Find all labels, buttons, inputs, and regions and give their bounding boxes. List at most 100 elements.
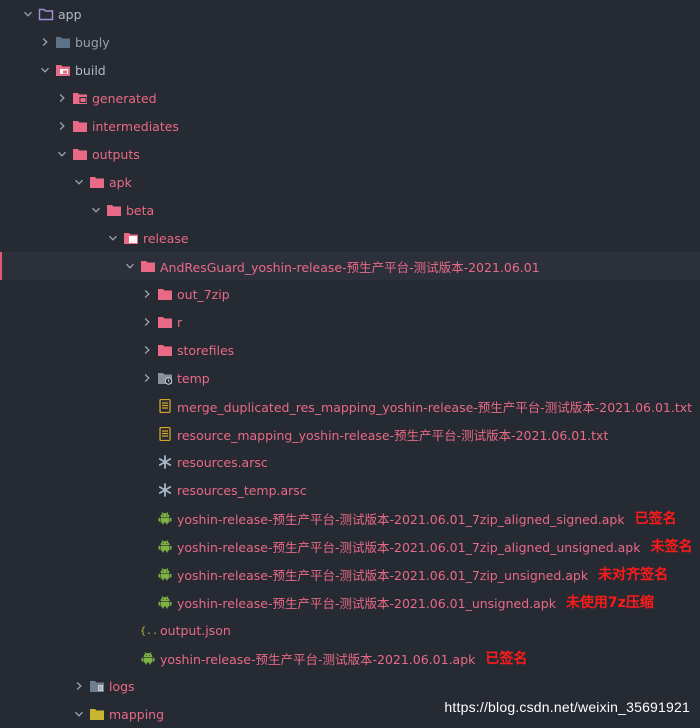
chevron-down-icon[interactable]: [56, 148, 68, 160]
tree-item-label: storefiles: [177, 342, 235, 358]
tree-item-label: outputs: [92, 146, 140, 162]
tree-item-label: out_7zip: [177, 286, 230, 302]
annotation-note: 未使用7z压缩: [565, 595, 654, 611]
asterisk-icon: [157, 455, 173, 469]
tree-folder-row[interactable]: generated: [0, 84, 700, 112]
tree-item-label: AndResGuard_yoshin-release-预生产平台-测试版本-20…: [160, 259, 540, 275]
tree-folder-row[interactable]: build: [0, 56, 700, 84]
tree-item-label: mapping: [109, 706, 165, 722]
tree-file-row[interactable]: yoshin-release-预生产平台-测试版本-2021.06.01.apk…: [0, 644, 700, 672]
tree-item-label: r: [177, 314, 183, 330]
tree-folder-row[interactable]: temp: [0, 364, 700, 392]
chevron-right-icon[interactable]: [141, 344, 153, 356]
tree-item-label: logs: [109, 678, 135, 694]
tree-file-row[interactable]: resources.arsc: [0, 448, 700, 476]
tree-folder-row[interactable]: beta: [0, 196, 700, 224]
tree-file-row[interactable]: {..} output.json: [0, 616, 700, 644]
folder-logs-icon: [89, 679, 105, 693]
chevron-down-icon[interactable]: [22, 8, 34, 20]
folder-generated-icon: [72, 91, 88, 105]
tree-folder-row[interactable]: r: [0, 308, 700, 336]
tree-folder-row[interactable]: storefiles: [0, 336, 700, 364]
folder-pink-icon: [72, 119, 88, 133]
chevron-down-icon[interactable]: [73, 708, 85, 720]
folder-gray-icon: [55, 35, 71, 49]
tree-folder-row[interactable]: out_7zip: [0, 280, 700, 308]
folder-pink-icon: [89, 175, 105, 189]
tree-file-row[interactable]: yoshin-release-预生产平台-测试版本-2021.06.01_7zi…: [0, 560, 700, 588]
tree-item-label: yoshin-release-预生产平台-测试版本-2021.06.01_uns…: [177, 595, 556, 611]
tree-item-label: output.json: [160, 622, 231, 638]
tree-item-label: yoshin-release-预生产平台-测试版本-2021.06.01_7zi…: [177, 511, 625, 527]
tree-folder-row[interactable]: logs: [0, 672, 700, 700]
chevron-down-icon[interactable]: [90, 204, 102, 216]
chevron-right-icon[interactable]: [141, 316, 153, 328]
annotation-note: 未对齐签名: [598, 567, 669, 583]
tree-item-label: resources_temp.arsc: [177, 482, 307, 498]
tree-file-row[interactable]: yoshin-release-预生产平台-测试版本-2021.06.01_7zi…: [0, 504, 700, 532]
folder-open-pink-icon: [123, 231, 139, 245]
folder-pink-icon: [157, 287, 173, 301]
chevron-right-icon[interactable]: [56, 92, 68, 104]
tree-folder-row[interactable]: bugly: [0, 28, 700, 56]
tree-folder-row[interactable]: outputs: [0, 140, 700, 168]
tree-item-label: yoshin-release-预生产平台-测试版本-2021.06.01_7zi…: [177, 567, 589, 583]
folder-outline-icon: [38, 7, 54, 21]
android-icon: [140, 651, 156, 665]
tree-item-label: resources.arsc: [177, 454, 268, 470]
folder-temp-icon: [157, 371, 173, 385]
tree-item-label: app: [58, 6, 82, 22]
android-icon: [157, 567, 173, 581]
chevron-down-icon[interactable]: [73, 176, 85, 188]
annotation-note: 已签名: [634, 511, 677, 527]
tree-item-label: intermediates: [92, 118, 179, 134]
tree-folder-row[interactable]: AndResGuard_yoshin-release-预生产平台-测试版本-20…: [0, 252, 700, 280]
tree-file-row[interactable]: yoshin-release-预生产平台-测试版本-2021.06.01_uns…: [0, 588, 700, 616]
folder-pink-icon: [106, 203, 122, 217]
tree-file-row[interactable]: merge_duplicated_res_mapping_yoshin-rele…: [0, 392, 700, 420]
tree-item-label: resource_mapping_yoshin-release-预生产平台-测试…: [177, 427, 609, 443]
annotation-note: 已签名: [485, 651, 528, 667]
chevron-right-icon[interactable]: [141, 288, 153, 300]
tree-folder-row[interactable]: apk: [0, 168, 700, 196]
asterisk-icon: [157, 483, 173, 497]
folder-pink-icon: [140, 259, 156, 273]
android-icon: [157, 539, 173, 553]
tree-folder-row[interactable]: intermediates: [0, 112, 700, 140]
tree-item-label: bugly: [75, 34, 110, 50]
tree-file-row[interactable]: resource_mapping_yoshin-release-预生产平台-测试…: [0, 420, 700, 448]
folder-pink-icon: [157, 343, 173, 357]
svg-text:{..}: {..}: [140, 626, 156, 637]
tree-folder-row[interactable]: app: [0, 0, 700, 28]
tree-item-label: yoshin-release-预生产平台-测试版本-2021.06.01.apk: [160, 651, 476, 667]
project-file-tree: app bugly build generated intermediates outpu…: [0, 0, 700, 728]
android-icon: [157, 511, 173, 525]
tree-folder-row[interactable]: release: [0, 224, 700, 252]
chevron-right-icon[interactable]: [141, 372, 153, 384]
tree-item-label: temp: [177, 370, 210, 386]
tree-item-label: build: [75, 62, 106, 78]
tree-file-row[interactable]: resources_temp.arsc: [0, 476, 700, 504]
folder-build-open-icon: [55, 63, 71, 77]
tree-item-label: yoshin-release-预生产平台-测试版本-2021.06.01_7zi…: [177, 539, 641, 555]
tree-item-label: merge_duplicated_res_mapping_yoshin-rele…: [177, 399, 693, 415]
android-icon: [157, 595, 173, 609]
folder-mapping-icon: [89, 707, 105, 721]
tree-item-label: beta: [126, 202, 155, 218]
json-icon: {..}: [140, 623, 156, 637]
chevron-down-icon[interactable]: [39, 64, 51, 76]
chevron-down-icon[interactable]: [124, 260, 136, 272]
folder-pink-icon: [72, 147, 88, 161]
tree-file-row[interactable]: yoshin-release-预生产平台-测试版本-2021.06.01_7zi…: [0, 532, 700, 560]
chevron-down-icon[interactable]: [107, 232, 119, 244]
chevron-right-icon[interactable]: [73, 680, 85, 692]
annotation-note: 未签名: [650, 539, 693, 555]
text-file-icon: [157, 399, 173, 413]
text-file-icon: [157, 427, 173, 441]
chevron-right-icon[interactable]: [56, 120, 68, 132]
tree-item-label: generated: [92, 90, 157, 106]
tree-item-label: apk: [109, 174, 132, 190]
tree-item-label: release: [143, 230, 189, 246]
watermark: https://blog.csdn.net/weixin_35691921: [444, 699, 690, 715]
chevron-right-icon[interactable]: [39, 36, 51, 48]
